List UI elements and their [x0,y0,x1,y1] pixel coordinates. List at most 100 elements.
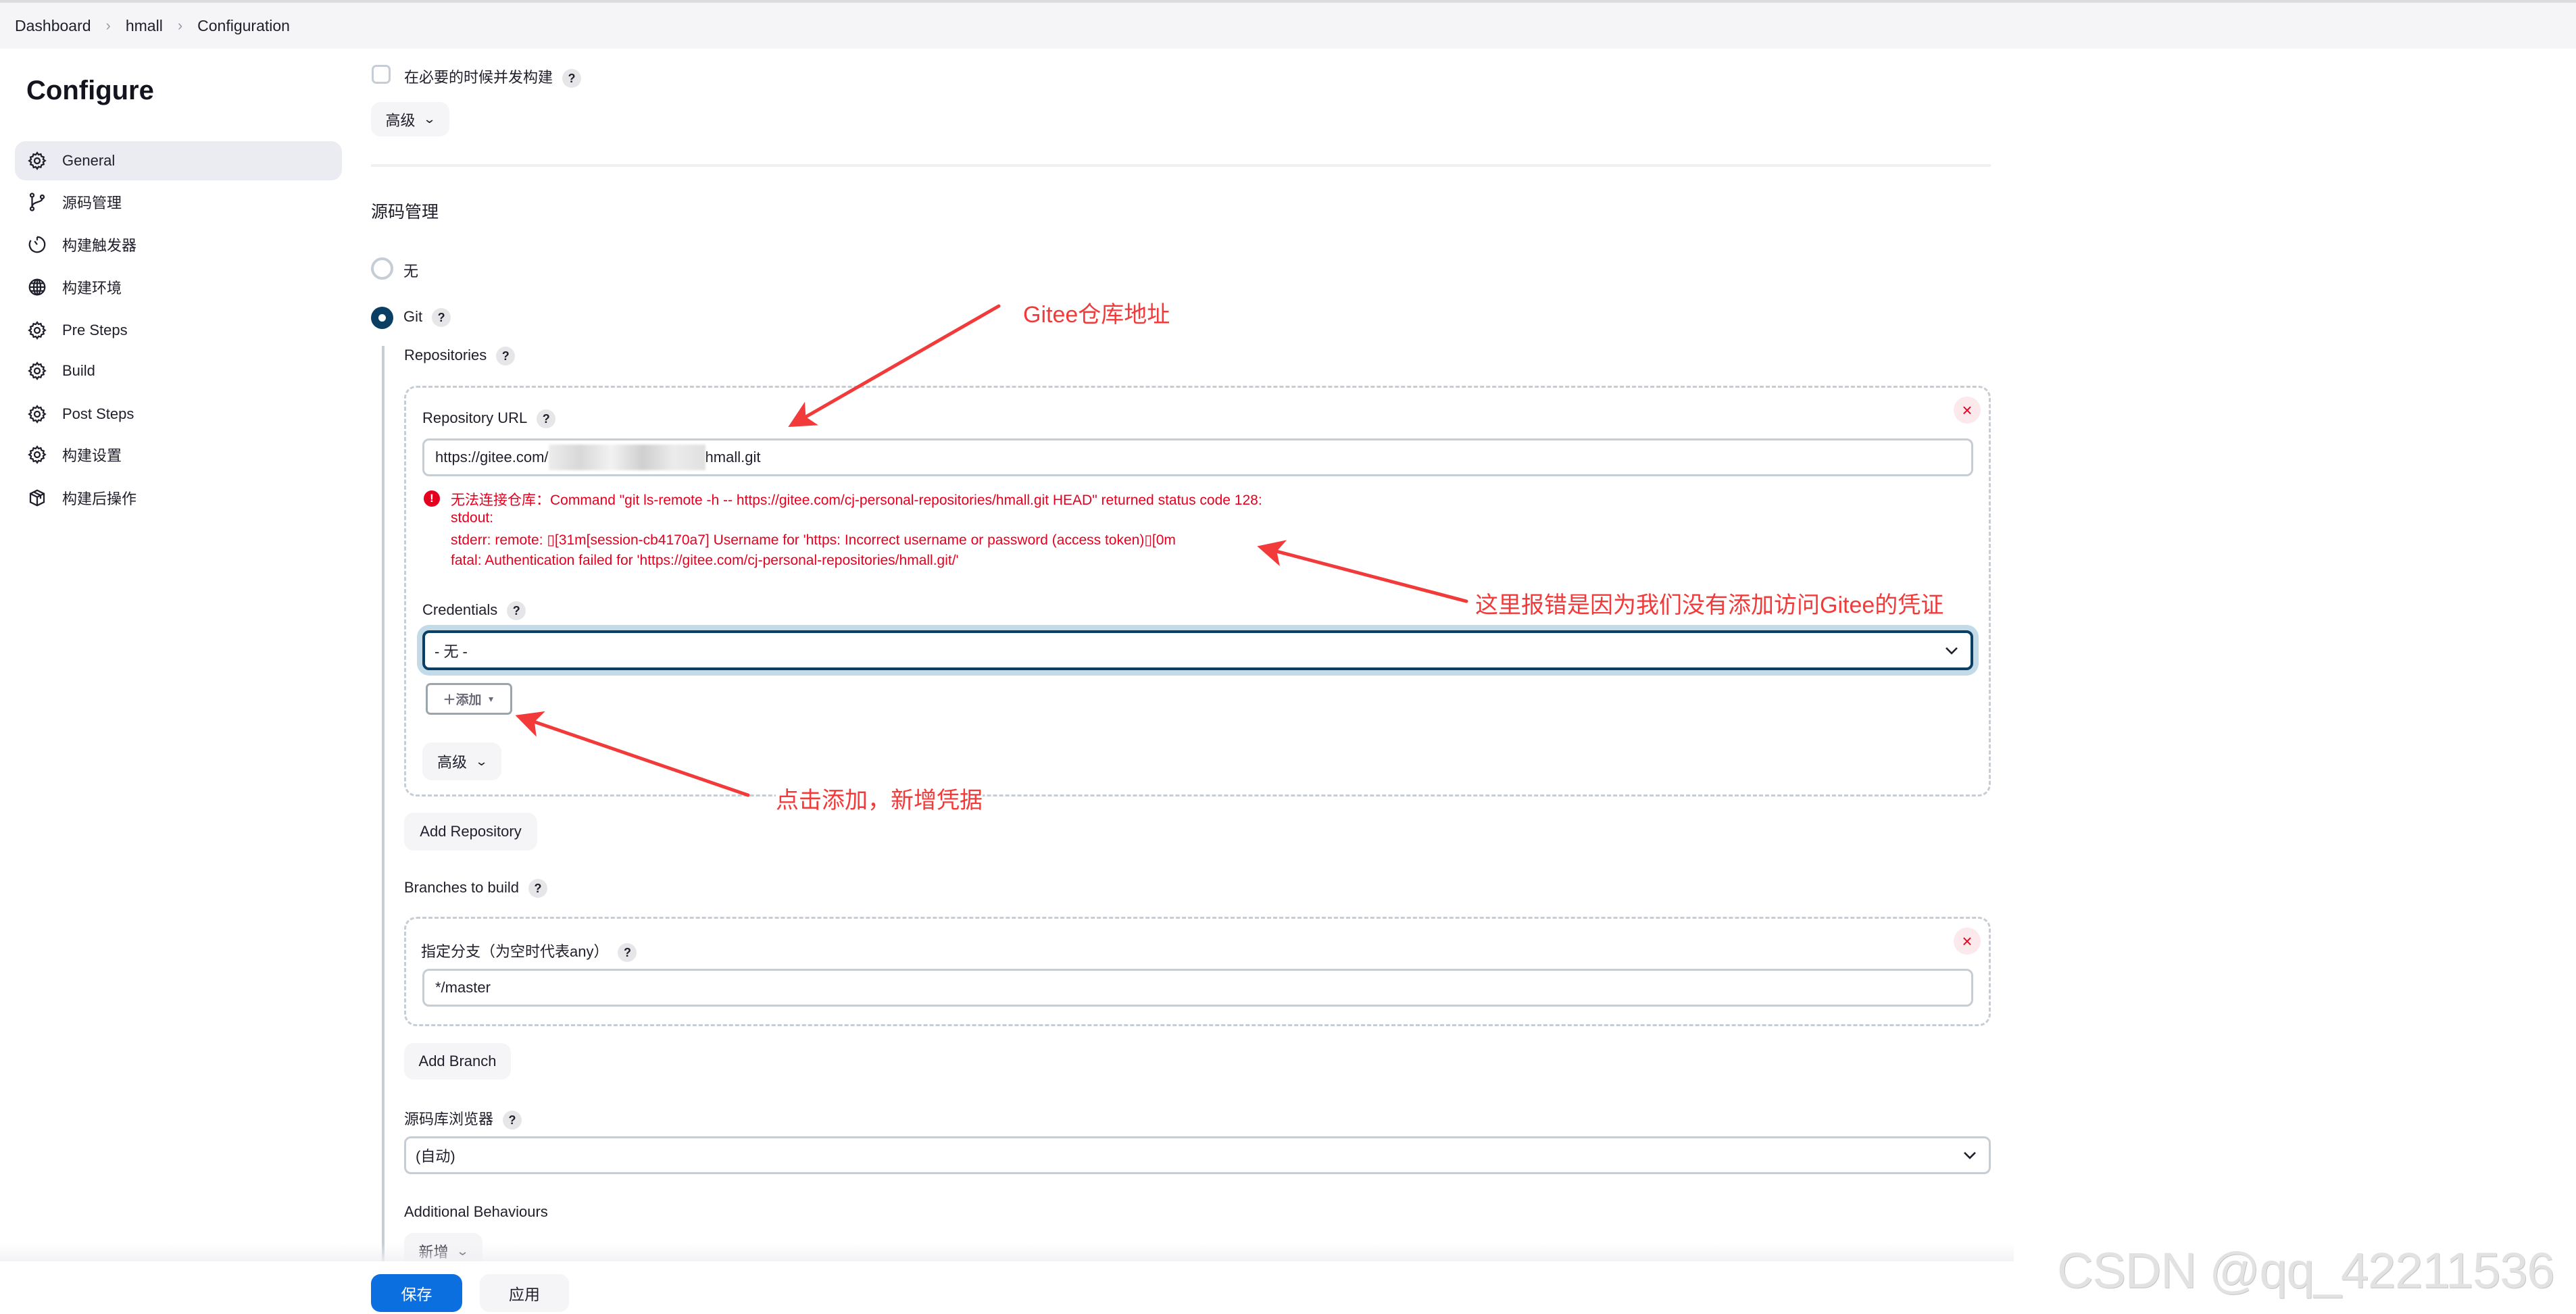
concurrent-build-label: 在必要的时候并发构建 [404,69,553,86]
help-icon[interactable]: ? [503,1111,522,1130]
chevron-down-icon: ⌄ [423,112,437,126]
general-advanced-button[interactable]: 高级 ⌄ [371,102,449,136]
sidebar-item-label: 构建后操作 [62,490,137,507]
credentials-select[interactable]: - 无 - [422,630,1973,670]
repository-advanced-button[interactable]: 高级 ⌄ [422,742,501,780]
sidebar-item-label: 构建触发器 [62,237,137,254]
chevron-right-icon: › [177,17,183,34]
repositories-label: Repositories [404,347,487,363]
sidebar-item-label: Post Steps [62,405,134,422]
sidebar-item-label: 构建设置 [62,447,122,464]
sidebar-item-triggers[interactable]: 构建触发器 [27,231,137,258]
sidebar-item-post-steps[interactable]: Post Steps [27,401,134,428]
help-icon[interactable]: ? [562,69,582,89]
apply-button[interactable]: 应用 [480,1274,569,1312]
chevron-down-icon [1946,647,1958,655]
gear-icon [28,445,47,464]
redacted-path [548,445,705,470]
sidebar-item-label: Build [62,362,95,379]
close-icon: × [1962,399,1973,420]
help-icon[interactable]: ? [618,943,637,963]
repository-url-label: Repository URL [422,409,528,426]
scm-git-label: Git [403,308,423,325]
annotation-repo-url: Gitee仓库地址 [1023,302,1170,328]
url-suffix: hmall.git [705,449,761,465]
sidebar-item-general[interactable]: General [27,147,115,174]
save-button[interactable]: 保存 [371,1274,462,1312]
browser-row: 源码库浏览器? [404,1107,522,1130]
help-icon[interactable]: ? [496,347,516,366]
package-icon [29,489,45,507]
scm-git-row: Git? [403,308,451,328]
scm-none-radio[interactable] [371,257,393,280]
breadcrumb-configuration[interactable]: Configuration [197,17,290,35]
error-line-3: stderr: remote: ▯[31m[session-cb4170a7] … [451,532,1176,548]
sidebar-item-environment[interactable]: 构建环境 [27,274,122,301]
add-repository-button[interactable]: Add Repository [404,813,537,851]
branches-label: Branches to build [404,879,519,896]
sidebar-item-label: General [62,152,116,169]
branch-icon [29,193,45,211]
error-line-2: stdout: [451,510,494,526]
gear-icon [28,361,47,380]
advanced-label: 高级 [437,754,467,771]
error-line-1: 无法连接仓库：Command "git ls-remote -h -- http… [451,492,1262,508]
help-icon[interactable]: ? [528,879,547,899]
sidebar-item-pre-steps[interactable]: Pre Steps [27,317,128,344]
sidebar-item-label: Pre Steps [62,322,128,338]
breadcrumb-dashboard[interactable]: Dashboard [15,17,91,35]
url-prefix: https://gitee.com/ [435,449,549,465]
add-branch-button[interactable]: Add Branch [404,1043,511,1080]
bottom-bar-shadow [0,1243,2014,1263]
add-label: ＋添加 [443,693,482,707]
branch-spec-input[interactable]: */master [422,969,1973,1007]
concurrent-build-checkbox[interactable] [372,65,391,84]
breadcrumb: Dashboard › hmall › Configuration [15,3,290,49]
sidebar-item-post-build[interactable]: 构建后操作 [27,484,137,511]
help-icon[interactable]: ? [432,308,451,328]
caret-down-icon: ▼ [487,694,495,704]
branch-spec-value: */master [435,979,491,996]
advanced-label: 高级 [385,111,416,129]
error-icon: ! [424,490,440,507]
close-icon: × [1962,930,1973,951]
page-title: Configure [26,76,154,105]
add-credentials-button[interactable]: ＋添加 ▼ [426,683,512,715]
globe-icon [28,278,46,296]
watermark: CSDN @qq_42211536 [2057,1242,2555,1298]
sidebar-item-label: 构建环境 [62,280,122,297]
branches-row: Branches to build? [404,879,547,899]
browser-value: (自动) [416,1148,455,1165]
section-divider [371,164,1991,167]
header-bar [0,3,2576,49]
scm-heading: 源码管理 [371,203,439,222]
annotation-add: 点击添加，新增凭据 [776,782,983,815]
annotation-error: 这里报错是因为我们没有添加访问Gitee的凭证 [1475,592,1944,618]
sidebar-item-build[interactable]: Build [27,357,95,384]
gear-icon [28,405,47,424]
remove-repository-button[interactable]: × [1954,397,1981,424]
credentials-label: Credentials [422,601,498,618]
repository-url-row: Repository URL? [422,409,556,429]
branch-spec-label: 指定分支（为空时代表any） [421,943,609,960]
repository-url-input[interactable]: https://gitee.com/hmall.git [422,438,1973,476]
branch-spec-row: 指定分支（为空时代表any）? [421,940,637,963]
sidebar-item-build-settings[interactable]: 构建设置 [27,441,122,468]
git-section-guide-line [382,346,385,1263]
gear-icon [28,151,47,170]
credentials-value: - 无 - [435,642,468,660]
help-icon[interactable]: ? [537,409,556,429]
additional-behaviours-label: Additional Behaviours [404,1203,548,1220]
browser-label: 源码库浏览器 [404,1111,494,1128]
gear-icon [28,321,47,340]
breadcrumb-hmall[interactable]: hmall [126,17,163,35]
scm-git-radio[interactable] [371,307,393,329]
repository-browser-select[interactable]: (自动) [404,1136,1991,1174]
timer-icon [28,236,46,253]
scm-none-label: 无 [403,263,419,280]
help-icon[interactable]: ? [507,601,526,621]
concurrent-build-row: 在必要的时候并发构建? [404,66,582,89]
remove-branch-button[interactable]: × [1954,928,1981,955]
credentials-row: Credentials? [422,601,526,621]
sidebar-item-scm[interactable]: 源码管理 [27,188,122,216]
